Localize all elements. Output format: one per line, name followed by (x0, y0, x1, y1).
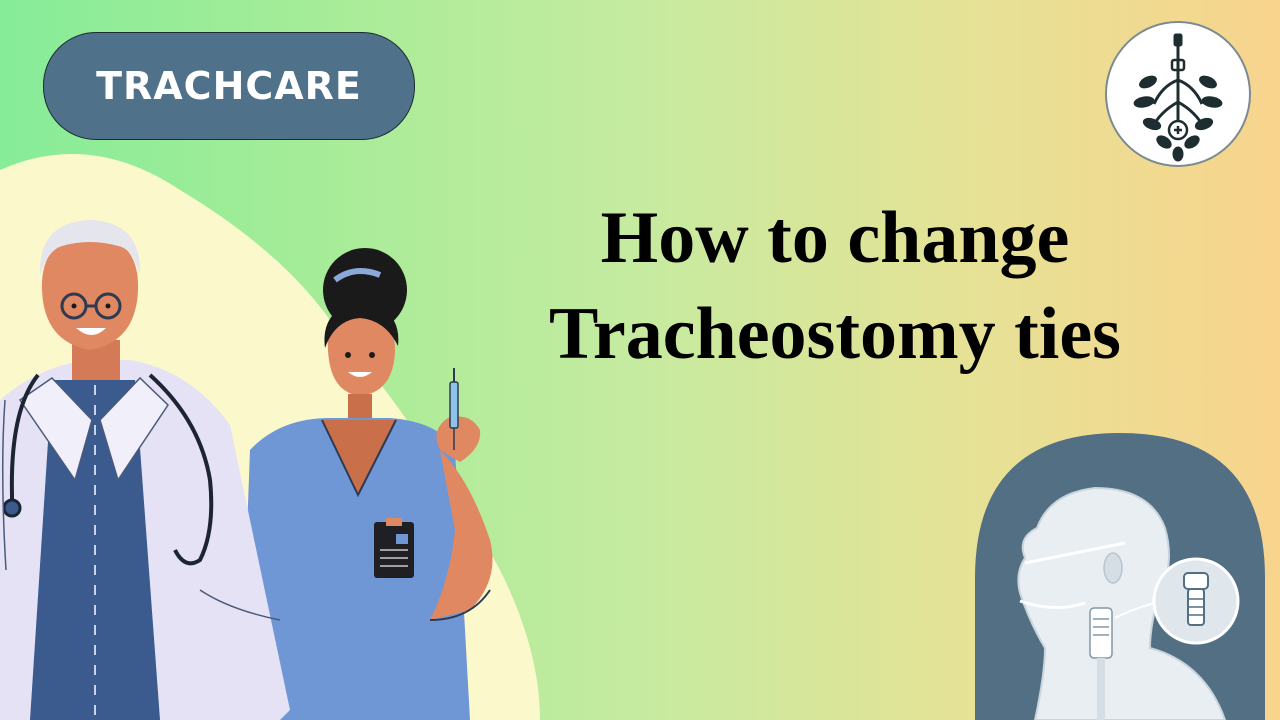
brand-label: TRACHCARE (96, 64, 362, 108)
title-line-2: Tracheostomy ties (549, 293, 1121, 375)
title-line-1: How to change (600, 197, 1070, 279)
tracheostomy-head-illustration (975, 433, 1265, 720)
doctor-nurse-illustration (0, 154, 540, 720)
brand-pill: TRACHCARE (43, 32, 415, 140)
page-title: How to change Tracheostomy ties (480, 190, 1190, 382)
logo-icon (1105, 21, 1251, 167)
